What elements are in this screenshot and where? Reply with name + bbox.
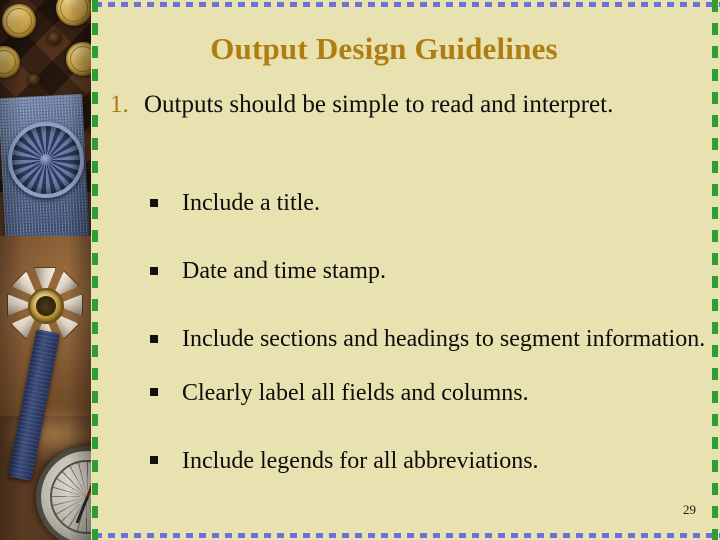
bullet-list-item: Clearly label all fields and columns.: [150, 378, 708, 409]
square-bullet-icon: [150, 188, 182, 217]
square-bullet-icon: [150, 378, 182, 407]
bullet-list-item: Include legends for all abbreviations.: [150, 446, 708, 477]
border-left-dashed: [92, 0, 98, 540]
bullet-list-item: Include a title.: [150, 188, 708, 219]
list-number-marker: 1.: [110, 91, 129, 118]
page-number: 29: [683, 502, 696, 517]
slide: Output Design Guidelines 1. Outputs shou…: [0, 0, 720, 540]
bullet-list-item-text: Date and time stamp.: [182, 258, 386, 285]
slide-title: Output Design Guidelines: [210, 31, 558, 66]
bullet-list-item-text: Include sections and headings to segment…: [182, 326, 706, 353]
bullet-list: Include a title. Date and time stamp. In…: [150, 188, 708, 514]
square-bullet-icon: [150, 446, 182, 475]
bullet-list-item: Date and time stamp.: [150, 256, 708, 287]
decorative-photo-strip: [0, 0, 91, 540]
slide-content: Output Design Guidelines 1. Outputs shou…: [104, 0, 708, 540]
numbered-list-item-text: Outputs should be simple to read and int…: [144, 91, 614, 118]
square-bullet-icon: [150, 324, 182, 353]
bullet-list-item-text: Include legends for all abbreviations.: [182, 447, 539, 474]
bullet-list-item: Include sections and headings to segment…: [150, 324, 708, 355]
square-bullet-icon: [150, 256, 182, 285]
bullet-list-item-text: Include a title.: [182, 190, 320, 216]
photo-vignette: [0, 0, 91, 540]
border-right-dashed: [712, 0, 718, 540]
bullet-list-item-text: Clearly label all fields and columns.: [182, 379, 529, 406]
numbered-list: 1. Outputs should be simple to read and …: [110, 88, 708, 121]
numbered-list-item: 1. Outputs should be simple to read and …: [110, 88, 708, 121]
